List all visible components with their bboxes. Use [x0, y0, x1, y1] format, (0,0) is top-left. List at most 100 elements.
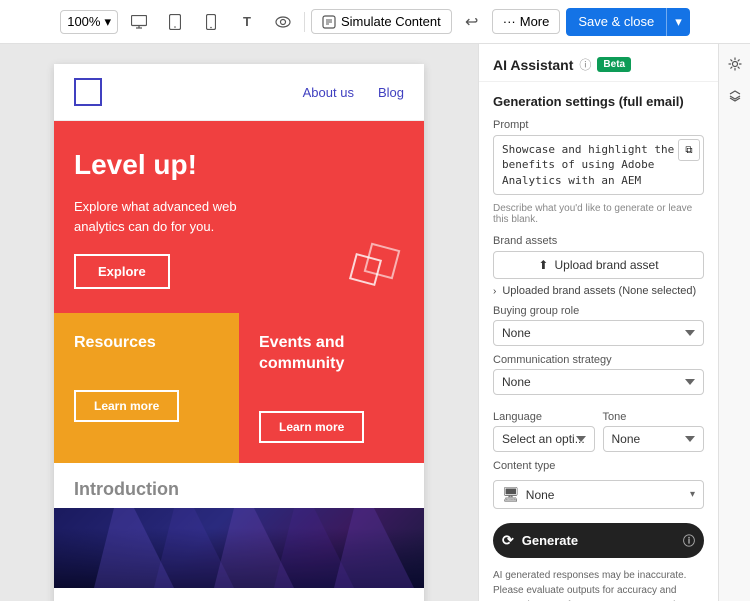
communication-strategy-label: Communication strategy	[493, 354, 704, 366]
tablet-icon	[169, 14, 181, 30]
side-icons-panel	[718, 44, 750, 601]
beta-badge: Beta	[597, 57, 631, 72]
generate-info-icon: ⓘ	[683, 532, 695, 549]
upload-icon: ⬆	[538, 258, 548, 272]
generation-settings-title: Generation settings (full email)	[493, 94, 704, 109]
content-type-icon: 🖥	[502, 486, 520, 503]
zoom-chevron-icon: ▾	[104, 14, 111, 30]
simulate-content-button[interactable]: Simulate Content	[311, 9, 452, 34]
explore-button[interactable]: Explore	[74, 254, 170, 289]
tone-field: Tone None	[603, 411, 705, 452]
desktop-icon	[131, 15, 147, 29]
expand-side-button[interactable]	[723, 84, 747, 108]
canvas-area: About us Blog Level up! Explore what adv…	[0, 44, 478, 601]
undo-icon: ↩	[465, 12, 478, 32]
eye-icon	[275, 16, 291, 28]
prompt-copy-button[interactable]: ⧉	[678, 139, 700, 161]
content-type-label: Content type	[493, 460, 704, 472]
save-close-chevron-icon: ▾	[675, 14, 682, 30]
hero-title: Level up!	[74, 149, 404, 181]
desktop-view-button[interactable]	[124, 8, 154, 36]
toolbar-center: 100% ▾ T Simulate Content ↩ ··· More	[60, 8, 690, 36]
brand-assets-label: Brand assets	[493, 235, 704, 247]
buying-group-label: Buying group role	[493, 305, 704, 317]
communication-strategy-field: Communication strategy None	[493, 354, 704, 395]
uploaded-assets-label: Uploaded brand assets (None selected)	[502, 285, 696, 297]
save-close-button-group: Save & close ▾	[566, 8, 689, 36]
more-dots-icon: ···	[503, 14, 516, 29]
email-header: About us Blog	[54, 64, 424, 121]
intro-title: Introduction	[74, 479, 404, 500]
email-canvas: About us Blog Level up! Explore what adv…	[54, 64, 424, 601]
text-mode-icon: T	[243, 14, 251, 29]
event-image	[54, 508, 424, 588]
mobile-view-button[interactable]	[196, 8, 226, 36]
buying-group-field: Buying group role None	[493, 305, 704, 346]
hero-description: Explore what advanced web analytics can …	[74, 197, 274, 236]
language-field: Language Select an opti...	[493, 411, 595, 452]
event-image-inner	[54, 508, 424, 588]
events-learn-more-button[interactable]: Learn more	[259, 411, 364, 443]
ai-panel: AI Assistant ⓘ Beta Generation settings …	[478, 44, 718, 601]
mobile-icon	[206, 14, 216, 30]
blog-link[interactable]: Blog	[378, 85, 404, 100]
text-mode-button[interactable]: T	[232, 8, 262, 36]
uploaded-assets-row[interactable]: › Uploaded brand assets (None selected)	[493, 285, 704, 297]
save-close-label: Save & close	[578, 14, 654, 29]
settings-side-button[interactable]	[723, 52, 747, 76]
ai-info-icon[interactable]: ⓘ	[579, 56, 591, 73]
ai-disclaimer: AI generated responses may be inaccurate…	[493, 568, 704, 601]
content-type-field: Content type 🖥 None ▾	[493, 460, 704, 509]
ai-panel-body: Generation settings (full email) Prompt …	[479, 82, 718, 601]
diamond-graphic-icon	[348, 237, 408, 297]
ai-panel-title: AI Assistant	[493, 57, 573, 73]
preview-button[interactable]	[268, 8, 298, 36]
save-close-dropdown-button[interactable]: ▾	[666, 8, 690, 36]
about-us-link[interactable]: About us	[303, 85, 354, 100]
prompt-input[interactable]	[493, 135, 704, 195]
simulate-label: Simulate Content	[341, 14, 441, 29]
prompt-label: Prompt	[493, 119, 704, 131]
more-label: More	[520, 14, 550, 29]
tablet-view-button[interactable]	[160, 8, 190, 36]
generate-button[interactable]: ⟳ Generate ⓘ	[493, 523, 704, 558]
language-tone-row: Language Select an opti... Tone None	[493, 403, 704, 452]
communication-strategy-select[interactable]: None	[493, 369, 704, 395]
content-type-chevron-icon: ▾	[690, 489, 695, 500]
tone-select[interactable]: None	[603, 426, 705, 452]
more-button[interactable]: ··· More	[492, 9, 561, 34]
zoom-select[interactable]: 100% ▾	[60, 10, 118, 34]
toolbar-divider	[304, 12, 305, 32]
save-close-button[interactable]: Save & close	[566, 8, 666, 36]
resources-column: Resources Learn more	[54, 313, 239, 463]
events-title: Events and community	[259, 333, 404, 375]
generate-label: Generate	[522, 533, 578, 548]
resources-learn-more-button[interactable]: Learn more	[74, 390, 179, 422]
ai-panel-header: AI Assistant ⓘ Beta	[479, 44, 718, 82]
events-column: Events and community Learn more	[239, 313, 424, 463]
language-select[interactable]: Select an opti...	[493, 426, 595, 452]
settings-icon	[728, 57, 742, 71]
expand-icon: ›	[493, 286, 496, 297]
language-label: Language	[493, 411, 595, 423]
prompt-wrapper: ⧉	[493, 135, 704, 200]
simulate-icon	[322, 15, 336, 29]
content-type-select[interactable]: None	[526, 488, 684, 502]
logo-box	[74, 78, 102, 106]
content-type-select-row[interactable]: 🖥 None ▾	[493, 480, 704, 509]
undo-button[interactable]: ↩	[458, 8, 486, 36]
copy-icon: ⧉	[685, 145, 692, 156]
prompt-hint: Describe what you'd like to generate or …	[493, 203, 704, 225]
upload-brand-label: Upload brand asset	[554, 258, 658, 272]
email-nav: About us Blog	[303, 85, 404, 100]
stage-beams-icon	[54, 508, 424, 588]
disclaimer-text: AI generated responses may be inaccurate…	[493, 570, 686, 601]
buying-group-select[interactable]: None	[493, 320, 704, 346]
upload-brand-asset-button[interactable]: ⬆ Upload brand asset	[493, 251, 704, 279]
tone-label: Tone	[603, 411, 705, 423]
expand-icon	[728, 89, 742, 103]
hero-graphic	[348, 237, 408, 297]
zoom-value: 100%	[67, 14, 100, 29]
toolbar: 100% ▾ T Simulate Content ↩ ··· More	[0, 0, 750, 44]
generate-icon: ⟳	[502, 532, 514, 549]
